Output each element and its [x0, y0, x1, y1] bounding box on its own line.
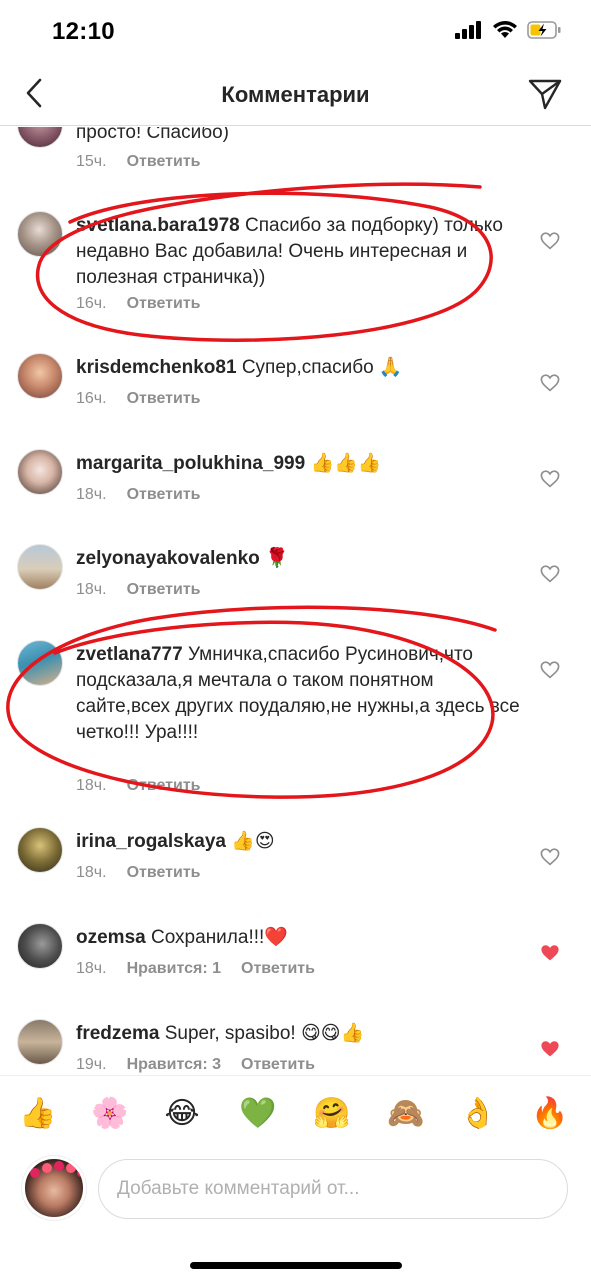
emoji-blossom[interactable]: 🌸: [90, 1094, 130, 1134]
comment-body: просто! Спасибо): [76, 127, 230, 143]
wifi-icon: [493, 21, 517, 38]
emoji-fire[interactable]: 🔥: [530, 1094, 570, 1134]
status-bar: 12:10: [0, 0, 591, 62]
avatar[interactable]: [17, 640, 63, 686]
reply-button[interactable]: Ответить: [127, 486, 201, 504]
comment-composer: [0, 1151, 591, 1231]
share-button[interactable]: [527, 76, 563, 112]
heart-outline-icon[interactable]: [540, 565, 560, 583]
avatar[interactable]: [17, 353, 63, 399]
comment-body: Сохранила!!!❤️: [150, 927, 288, 948]
avatar[interactable]: [17, 1019, 63, 1065]
flower-crown-icon: [30, 1161, 83, 1178]
comment-time: 18ч.: [76, 960, 107, 977]
comment-meta: 18ч. Ответить: [76, 486, 201, 504]
comment-username[interactable]: irina_rogalskaya: [76, 831, 226, 852]
comment-text: svetlana.bara1978 Спасибо за подборку) т…: [76, 213, 526, 291]
comment-text: krisdemchenko81 Супер,спасибо 🙏: [76, 355, 526, 381]
status-icons: [455, 20, 561, 39]
heart-outline-icon[interactable]: [540, 470, 560, 488]
avatar[interactable]: [17, 827, 63, 873]
reply-button[interactable]: Ответить: [127, 153, 201, 171]
comment-meta: 18ч. Ответить: [76, 777, 201, 795]
comment-likes-count[interactable]: Нравится: 1: [127, 960, 221, 978]
comment-time: 16ч.: [76, 390, 107, 407]
comment-meta: 16ч. Ответить: [76, 390, 201, 408]
emoji-green-heart[interactable]: 💚: [238, 1094, 278, 1134]
comment-time: 19ч.: [76, 1056, 107, 1073]
comment-input[interactable]: [98, 1159, 568, 1219]
comment-time: 15ч.: [76, 153, 107, 170]
avatar[interactable]: [17, 449, 63, 495]
reply-button[interactable]: Ответить: [127, 777, 201, 795]
emoji-hugging[interactable]: 🤗: [312, 1094, 352, 1134]
header: Комментарии: [0, 62, 591, 126]
emoji-see-no-evil[interactable]: 🙈: [386, 1094, 426, 1134]
status-time: 12:10: [52, 18, 115, 45]
comment-username[interactable]: fredzema: [76, 1023, 159, 1044]
comment-text: zvetlana777 Умничка,спасибо Русинович,чт…: [76, 642, 526, 746]
comment-time: 18ч.: [76, 581, 107, 598]
heart-outline-icon[interactable]: [540, 848, 560, 866]
avatar[interactable]: [17, 211, 63, 257]
comment-time: 18ч.: [76, 777, 107, 794]
comment-text: ozemsa Сохранила!!!❤️: [76, 925, 526, 951]
emoji-tears-of-joy[interactable]: 😂: [162, 1094, 202, 1134]
comment-username[interactable]: zelyonayakovalenko: [76, 548, 260, 569]
comment-meta: 18ч. Нравится: 1 Ответить: [76, 960, 315, 978]
avatar[interactable]: [17, 544, 63, 590]
comment-time: 18ч.: [76, 864, 107, 881]
emoji-quick-bar: 👍 🌸 😂 💚 🤗 🙈 👌 🔥: [0, 1075, 591, 1151]
battery-charging-icon: [527, 20, 561, 39]
comment-likes-count[interactable]: Нравится: 3: [127, 1056, 221, 1074]
comment-body: 👍😍: [231, 831, 275, 852]
comment-meta: 15ч. Ответить: [76, 153, 201, 171]
avatar[interactable]: [17, 923, 63, 969]
reply-button[interactable]: Ответить: [241, 960, 315, 978]
comment-body: Супер,спасибо 🙏: [241, 357, 403, 378]
comment-username[interactable]: ozemsa: [76, 927, 146, 948]
emoji-thumbs-up[interactable]: 👍: [18, 1094, 58, 1134]
heart-outline-icon[interactable]: [540, 374, 560, 392]
comment-meta: 18ч. Ответить: [76, 581, 201, 599]
send-direct-icon: [528, 79, 562, 110]
emoji-ok-hand[interactable]: 👌: [458, 1094, 498, 1134]
comment-body: 👍👍👍: [310, 453, 382, 474]
avatar[interactable]: [17, 127, 63, 148]
heart-outline-icon[interactable]: [540, 232, 560, 250]
cellular-signal-icon: [455, 20, 481, 39]
heart-filled-icon[interactable]: [540, 944, 560, 962]
comment-username[interactable]: svetlana.bara1978: [76, 215, 240, 236]
reply-button[interactable]: Ответить: [127, 864, 201, 882]
page-title: Комментарии: [221, 82, 370, 107]
comment-text: просто! Спасибо): [76, 127, 526, 146]
heart-outline-icon[interactable]: [540, 661, 560, 679]
comments-list[interactable]: просто! Спасибо) 15ч. Ответить svetlana.…: [0, 127, 591, 1075]
comment-username[interactable]: zvetlana777: [76, 644, 183, 665]
comment-body: 🌹: [265, 548, 289, 569]
comment-text: zelyonayakovalenko 🌹: [76, 546, 526, 572]
comment-body: Super, spasibo! 😋😋👍: [164, 1023, 365, 1044]
comment-text: margarita_polukhina_999 👍👍👍: [76, 451, 526, 477]
comment-text: irina_rogalskaya 👍😍: [76, 829, 526, 855]
comment-time: 16ч.: [76, 295, 107, 312]
comment-meta: 16ч. Ответить: [76, 295, 201, 313]
reply-button[interactable]: Ответить: [127, 390, 201, 408]
reply-button[interactable]: Ответить: [127, 581, 201, 599]
my-avatar[interactable]: [22, 1156, 86, 1220]
heart-filled-icon[interactable]: [540, 1040, 560, 1058]
comment-meta: 18ч. Ответить: [76, 864, 201, 882]
comment-text: fredzema Super, spasibo! 😋😋👍: [76, 1021, 526, 1047]
reply-button[interactable]: Ответить: [127, 295, 201, 313]
comment-time: 18ч.: [76, 486, 107, 503]
comment-username[interactable]: krisdemchenko81: [76, 357, 237, 378]
reply-button[interactable]: Ответить: [241, 1056, 315, 1074]
comment-username[interactable]: margarita_polukhina_999: [76, 453, 305, 474]
home-indicator[interactable]: [190, 1262, 402, 1269]
comment-meta: 19ч. Нравится: 3 Ответить: [76, 1056, 315, 1074]
